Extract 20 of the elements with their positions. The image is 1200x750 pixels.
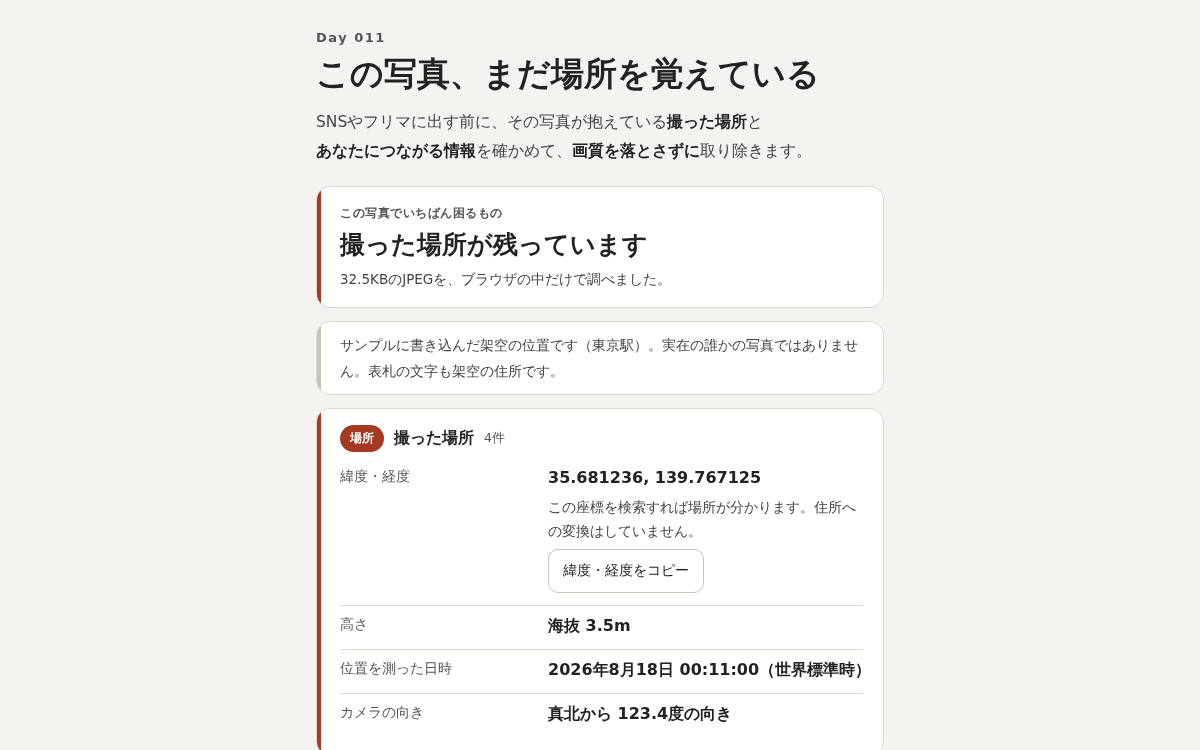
- field-label: カメラの向き: [340, 703, 425, 722]
- group-heading: 撮った場所: [394, 427, 474, 449]
- note-text: サンプルに書き込んだ架空の位置です（東京駅）。実在の誰かの写真ではありません。表札の文字も架空の住所です。: [340, 335, 859, 381]
- field-value: 海抜 3.5m: [548, 615, 632, 637]
- field-value: 35.681236, 139.767125: [548, 467, 763, 487]
- field-note: この座標を検索すれば場所が分かります。住所への変換はしていません。: [548, 497, 857, 541]
- field-value: 真北から 123.4度の向き: [548, 703, 734, 725]
- verdict-detail: 32.5KBのJPEGを、ブラウザの中だけで調べました。: [340, 270, 673, 289]
- category-badge: 場所: [340, 424, 384, 452]
- field-label: 緯度・経度: [340, 467, 411, 486]
- day-label: Day 011: [316, 30, 387, 45]
- intro-paragraph: SNSやフリマに出す前に、その写真が抱えている撮った場所と あなたにつながる情報を確かめて、画質を落とさずに取り除きます。: [316, 111, 813, 162]
- item-count: 4件: [484, 429, 505, 447]
- field-label: 位置を測った日時: [340, 659, 453, 678]
- page-title: この写真、まだ場所を覚えている: [316, 53, 821, 95]
- verdict-heading: 撮った場所が残っています: [340, 228, 649, 261]
- card-eyebrow: この写真でいちばん困るもの: [340, 204, 504, 222]
- field-label: 高さ: [340, 615, 369, 634]
- copy-button[interactable]: 緯度・経度をコピー: [548, 548, 704, 593]
- field-value: 2026年8月18日 00:11:00（世界標準時）: [548, 659, 872, 681]
